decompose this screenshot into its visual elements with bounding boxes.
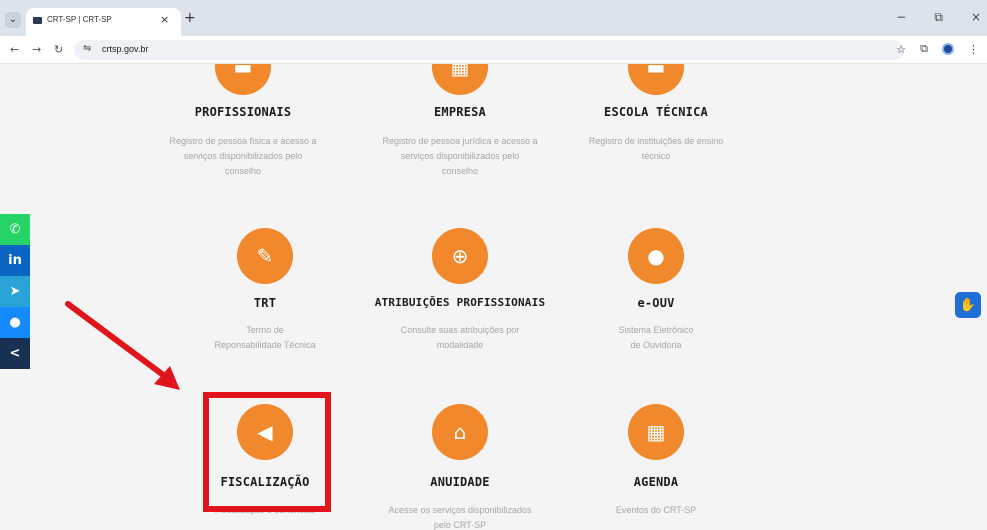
service-description: Registro de instituições de ensino técnic… bbox=[588, 136, 724, 161]
tab-title: CRT-SP | CRT-SP bbox=[47, 15, 112, 24]
service-title: AGENDA bbox=[633, 475, 679, 489]
service-title: TRT bbox=[253, 296, 277, 310]
telegram-icon[interactable]: ➤ bbox=[0, 276, 30, 307]
service-description: Consulte suas atribuições por modalidade bbox=[400, 325, 520, 350]
service-description: Acesse os serviços disponibilizados pelo … bbox=[388, 505, 532, 530]
window-controls: − ⧉ × bbox=[896, 10, 987, 25]
service-description: Sistema Eletrônico de Ouvidoria bbox=[618, 325, 694, 350]
address-bar-row: ← → ↻ ⇋ crtsp.gov.br ☆ ⧉ ⋮ bbox=[0, 36, 987, 64]
tab-close-icon[interactable]: × bbox=[160, 13, 169, 26]
back-icon[interactable]: ← bbox=[10, 43, 19, 56]
url-field[interactable]: ⇋ crtsp.gov.br bbox=[74, 40, 904, 60]
page-content: ▬ PROFISSIONAIS Registro de pessoa físic… bbox=[0, 64, 987, 530]
extensions-icon[interactable]: ⧉ bbox=[920, 42, 928, 56]
forward-icon[interactable]: → bbox=[32, 43, 41, 56]
service-title: PROFISSIONAIS bbox=[194, 105, 292, 119]
id-card-icon: ▬ bbox=[215, 64, 271, 95]
zoom-in-icon: ⊕ bbox=[432, 228, 488, 284]
calendar-icon: ▦ bbox=[628, 404, 684, 460]
bookmark-star-icon[interactable]: ☆ bbox=[896, 43, 906, 56]
restore-icon[interactable]: ⧉ bbox=[934, 10, 943, 25]
service-title: ANUIDADE bbox=[430, 475, 490, 489]
building-icon: ▦ bbox=[432, 64, 488, 95]
minimize-icon[interactable]: − bbox=[896, 10, 906, 25]
menu-icon[interactable]: ⋮ bbox=[968, 43, 979, 56]
social-share-bar: ✆ in ➤ ● < bbox=[0, 214, 30, 369]
annotation-arrow bbox=[65, 301, 180, 390]
service-title: EMPRESA bbox=[434, 105, 486, 119]
site-settings-icon[interactable]: ⇋ bbox=[83, 43, 91, 54]
annotation-highlight-box bbox=[203, 392, 331, 512]
service-description: Registro de pessoa jurídica e acesso a se… bbox=[382, 136, 538, 176]
profile-avatar[interactable] bbox=[942, 43, 954, 55]
browser-tab[interactable]: CRT-SP | CRT-SP × bbox=[26, 8, 181, 36]
share-icon[interactable]: < bbox=[0, 338, 30, 369]
accessibility-icon[interactable]: ✋ bbox=[955, 292, 981, 318]
school-icon: ▬ bbox=[628, 64, 684, 95]
tab-search-icon[interactable]: ⌄ bbox=[5, 12, 21, 28]
service-description: Termo de Reponsabilidade Técnica bbox=[214, 325, 316, 350]
chat-bubbles-icon: ● bbox=[628, 228, 684, 284]
new-tab-icon[interactable]: + bbox=[184, 11, 196, 25]
linkedin-icon[interactable]: in bbox=[0, 245, 30, 276]
close-window-icon[interactable]: × bbox=[971, 10, 981, 25]
service-title: ESCOLA TÉCNICA bbox=[604, 105, 708, 119]
edit-icon: ✎ bbox=[237, 228, 293, 284]
whatsapp-icon[interactable]: ✆ bbox=[0, 214, 30, 245]
service-title: e-OUV bbox=[637, 296, 675, 310]
favicon-icon bbox=[33, 17, 42, 24]
service-title: ATRIBUIÇÕES PROFISSIONAIS bbox=[374, 296, 546, 309]
messenger-icon[interactable]: ● bbox=[0, 307, 30, 338]
service-description: Eventos do CRT-SP bbox=[615, 505, 697, 515]
reload-icon[interactable]: ↻ bbox=[54, 43, 63, 56]
hard-hat-icon: ⌂ bbox=[432, 404, 488, 460]
toolbar-actions: ☆ ⧉ ⋮ bbox=[896, 42, 979, 56]
url-text[interactable]: crtsp.gov.br bbox=[102, 44, 148, 54]
service-description: Registro de pessoa física e acesso a serv… bbox=[169, 136, 317, 176]
browser-tab-strip: ⌄ CRT-SP | CRT-SP × + − ⧉ × bbox=[0, 0, 987, 36]
